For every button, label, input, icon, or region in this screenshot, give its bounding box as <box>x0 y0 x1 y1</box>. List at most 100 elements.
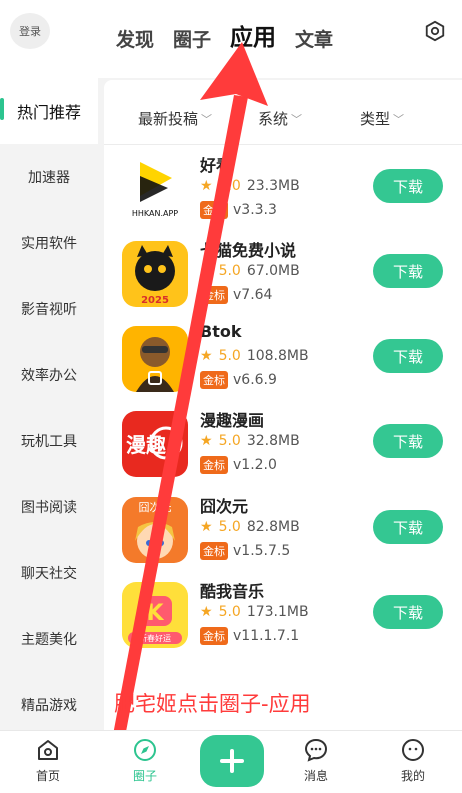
chevron-down-icon: ﹀ <box>201 112 213 126</box>
sidebar-item-utilities[interactable]: 实用软件 <box>0 210 98 276</box>
app-rating: 5.0 <box>218 348 241 364</box>
app-row[interactable]: 2025 七猫免费小说 ★ 5.0 67.0MB 金标 v7.64 下载 <box>104 229 462 314</box>
app-icon-text: 囧次元 <box>139 500 172 514</box>
download-button[interactable]: 下载 <box>373 339 443 373</box>
category-sidebar: 热门推荐 加速器 实用软件 影音视听 效率办公 玩机工具 图书阅读 聊天社交 主… <box>0 78 98 730</box>
filter-system-label: 系统 <box>258 110 289 128</box>
star-icon: ★ <box>200 433 213 449</box>
sidebar-item-office[interactable]: 效率办公 <box>0 342 98 408</box>
sidebar-item-reading[interactable]: 图书阅读 <box>0 474 98 540</box>
app-meta: ★ 5.0 32.8MB <box>200 433 300 449</box>
chevron-down-icon: ﹀ <box>393 112 405 126</box>
app-name: Btok <box>200 322 242 341</box>
sidebar-item-themes[interactable]: 主题美化 <box>0 606 98 672</box>
app-row[interactable]: 囧次元 囧次元 ★ 5.0 82.8MB 金标 v1.5.7.5 下载 <box>104 485 462 570</box>
gold-badge: 金标 <box>200 201 228 219</box>
star-icon: ★ <box>200 519 213 535</box>
app-version: v3.3.3 <box>233 202 277 218</box>
app-version: v1.5.7.5 <box>233 543 291 559</box>
nav-messages-label: 消息 <box>303 769 328 783</box>
app-size: 108.8MB <box>246 348 309 364</box>
download-button[interactable]: 下载 <box>373 510 443 544</box>
app-size: 23.3MB <box>246 178 300 194</box>
nav-home[interactable]: 首页 <box>13 737 83 784</box>
sidebar-item-accelerator[interactable]: 加速器 <box>0 144 98 210</box>
app-version-line: 金标 v3.3.3 <box>200 201 277 219</box>
app-version: v7.64 <box>233 287 273 303</box>
app-icon-text: 2025 <box>141 295 169 306</box>
app-version: v1.2.0 <box>233 457 277 473</box>
app-list-panel: 最新投稿 ﹀ 系统 ﹀ 类型 ﹀ HHKAN.APP 好看 ★ 5.0 23.3… <box>104 80 462 730</box>
compass-icon <box>134 739 156 761</box>
nav-circle[interactable]: 圈子 <box>110 737 180 784</box>
app-row[interactable]: 漫趣 漫趣漫画 ★ 5.0 32.8MB 金标 v1.2.0 下载 <box>104 399 462 484</box>
tab-articles[interactable]: 文章 <box>295 25 333 52</box>
app-name: 好看 <box>200 156 233 175</box>
app-icon-text: 新春好运 <box>139 633 171 643</box>
app-meta: ★ 5.0 67.0MB <box>200 263 300 279</box>
annotation-caption: 肥宅姬点击圈子-应用 <box>114 692 311 716</box>
download-button[interactable]: 下载 <box>373 254 443 288</box>
star-icon: ★ <box>200 348 213 364</box>
download-button[interactable]: 下载 <box>373 169 443 203</box>
app-meta: ★ 5.0 82.8MB <box>200 519 300 535</box>
app-version-line: 金标 v11.1.7.1 <box>200 627 299 645</box>
app-icon-qimao: 2025 <box>122 241 188 307</box>
filter-latest[interactable]: 最新投稿 ﹀ <box>138 108 212 129</box>
sidebar-item-social[interactable]: 聊天社交 <box>0 540 98 606</box>
app-rating: 5.0 <box>218 178 241 194</box>
filter-system[interactable]: 系统 ﹀ <box>258 108 302 129</box>
star-icon: ★ <box>200 178 213 194</box>
tab-apps[interactable]: 应用 <box>230 18 276 52</box>
app-icon-kuwo: K 新春好运 <box>122 582 188 648</box>
gold-badge: 金标 <box>200 627 228 645</box>
home-icon <box>38 740 58 760</box>
app-icon-haokan: HHKAN.APP <box>122 156 188 222</box>
app-icon-text: HHKAN.APP <box>132 209 178 218</box>
gold-badge: 金标 <box>200 371 228 389</box>
bottom-nav: 首页 圈子 消息 我的 <box>0 730 462 793</box>
sidebar-item-tools[interactable]: 玩机工具 <box>0 408 98 474</box>
sidebar-item-games[interactable]: 精品游戏 <box>0 672 98 738</box>
app-version-line: 金标 v7.64 <box>200 286 272 304</box>
app-version: v11.1.7.1 <box>233 628 300 644</box>
tab-discover[interactable]: 发现 <box>116 25 154 52</box>
gold-badge: 金标 <box>200 542 228 560</box>
star-icon: ★ <box>200 604 213 620</box>
nav-circle-label: 圈子 <box>132 769 157 783</box>
nav-mine[interactable]: 我的 <box>378 737 448 784</box>
gold-badge: 金标 <box>200 456 228 474</box>
download-button[interactable]: 下载 <box>373 595 443 629</box>
chevron-down-icon: ﹀ <box>291 112 303 126</box>
app-row[interactable]: Btok ★ 5.0 108.8MB 金标 v6.6.9 下载 <box>104 314 462 399</box>
nav-home-label: 首页 <box>35 769 60 783</box>
app-rating: 5.0 <box>218 433 241 449</box>
app-size: 173.1MB <box>246 604 309 620</box>
app-version-line: 金标 v1.2.0 <box>200 456 277 474</box>
app-meta: ★ 5.0 108.8MB <box>200 348 309 364</box>
app-meta: ★ 5.0 173.1MB <box>200 604 309 620</box>
star-icon: ★ <box>200 263 213 279</box>
app-row[interactable]: K 新春好运 酷我音乐 ★ 5.0 173.1MB 金标 v11.1.7.1 下… <box>104 570 462 655</box>
app-version-line: 金标 v6.6.9 <box>200 371 277 389</box>
add-post-button[interactable] <box>200 735 264 787</box>
filter-latest-label: 最新投稿 <box>138 110 199 128</box>
app-size: 67.0MB <box>246 263 300 279</box>
app-row[interactable]: HHKAN.APP 好看 ★ 5.0 23.3MB 金标 v3.3.3 下载 <box>104 144 462 229</box>
nav-messages[interactable]: 消息 <box>281 737 351 784</box>
sidebar-item-hot[interactable]: 热门推荐 <box>0 78 98 144</box>
top-tabs: 发现 圈子 应用 文章 <box>116 18 333 52</box>
app-version: v6.6.9 <box>233 372 277 388</box>
app-size: 32.8MB <box>246 433 300 449</box>
app-rating: 5.0 <box>218 604 241 620</box>
filter-type[interactable]: 类型 ﹀ <box>360 108 404 129</box>
settings-icon[interactable] <box>424 20 446 42</box>
face-icon <box>402 739 424 761</box>
download-button[interactable]: 下载 <box>373 424 443 458</box>
login-button[interactable]: 登录 <box>10 13 50 49</box>
sidebar-item-media[interactable]: 影音视听 <box>0 276 98 342</box>
tab-circle[interactable]: 圈子 <box>173 25 211 52</box>
app-name: 酷我音乐 <box>200 582 265 601</box>
svg-text:K: K <box>146 601 164 626</box>
app-version-line: 金标 v1.5.7.5 <box>200 542 290 560</box>
